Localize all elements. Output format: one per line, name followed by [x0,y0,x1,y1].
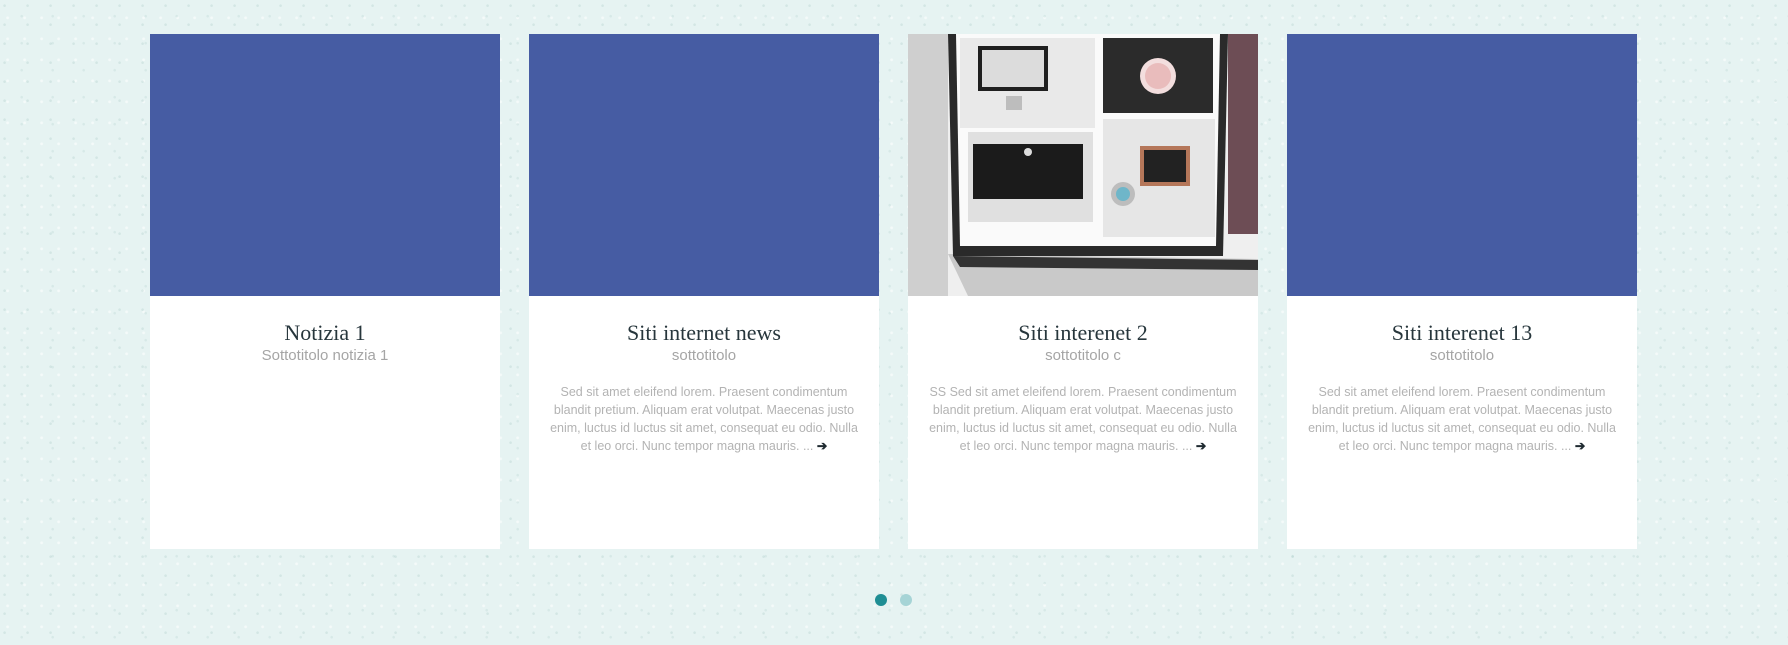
card-subtitle: sottotitolo [1429,347,1495,364]
card-excerpt: SS Sed sit amet eleifend lorem. Praesent… [922,383,1244,455]
card-subtitle: sottotitolo c [1045,347,1121,364]
card-excerpt-text: Sed sit amet eleifend lorem. Praesent co… [1308,385,1616,453]
card-image-placeholder[interactable] [529,34,879,296]
card-excerpt-text: SS Sed sit amet eleifend lorem. Praesent… [929,385,1237,453]
read-more-arrow-icon[interactable]: ➔ [1575,439,1585,453]
card-body: Siti interenet 2 sottotitolo c SS Sed si… [908,320,1258,455]
news-card[interactable]: Notizia 1 Sottotitolo notizia 1 [150,34,500,549]
card-image-placeholder[interactable] [150,34,500,296]
card-body: Notizia 1 Sottotitolo notizia 1 [150,320,500,365]
card-subtitle: sottotitolo [671,347,737,364]
card-image-photo[interactable] [908,34,1258,296]
card-title[interactable]: Notizia 1 [164,320,486,346]
card-body: Siti internet news sottotitolo Sed sit a… [529,320,879,455]
card-excerpt-text: Sed sit amet eleifend lorem. Praesent co… [550,385,858,453]
news-card[interactable]: Siti interenet 2 sottotitolo c SS Sed si… [908,34,1258,549]
card-image-placeholder[interactable] [1287,34,1637,296]
card-title[interactable]: Siti interenet 2 [922,320,1244,346]
read-more-arrow-icon[interactable]: ➔ [817,439,827,453]
news-card[interactable]: Siti internet news sottotitolo Sed sit a… [529,34,879,549]
read-more-arrow-icon[interactable]: ➔ [1196,439,1206,453]
card-title[interactable]: Siti internet news [543,320,865,346]
pagination-dot-active[interactable] [875,594,887,606]
laptop-photo-illustration [908,34,1258,296]
card-title[interactable]: Siti interenet 13 [1301,320,1623,346]
pagination-dot[interactable] [900,594,912,606]
card-body: Siti interenet 13 sottotitolo Sed sit am… [1287,320,1637,455]
card-excerpt: Sed sit amet eleifend lorem. Praesent co… [1301,383,1623,455]
news-card[interactable]: Siti interenet 13 sottotitolo Sed sit am… [1287,34,1637,549]
card-excerpt: Sed sit amet eleifend lorem. Praesent co… [543,383,865,455]
news-carousel: Notizia 1 Sottotitolo notizia 1 Siti int… [0,0,1788,645]
card-subtitle: Sottotitolo notizia 1 [261,347,389,364]
